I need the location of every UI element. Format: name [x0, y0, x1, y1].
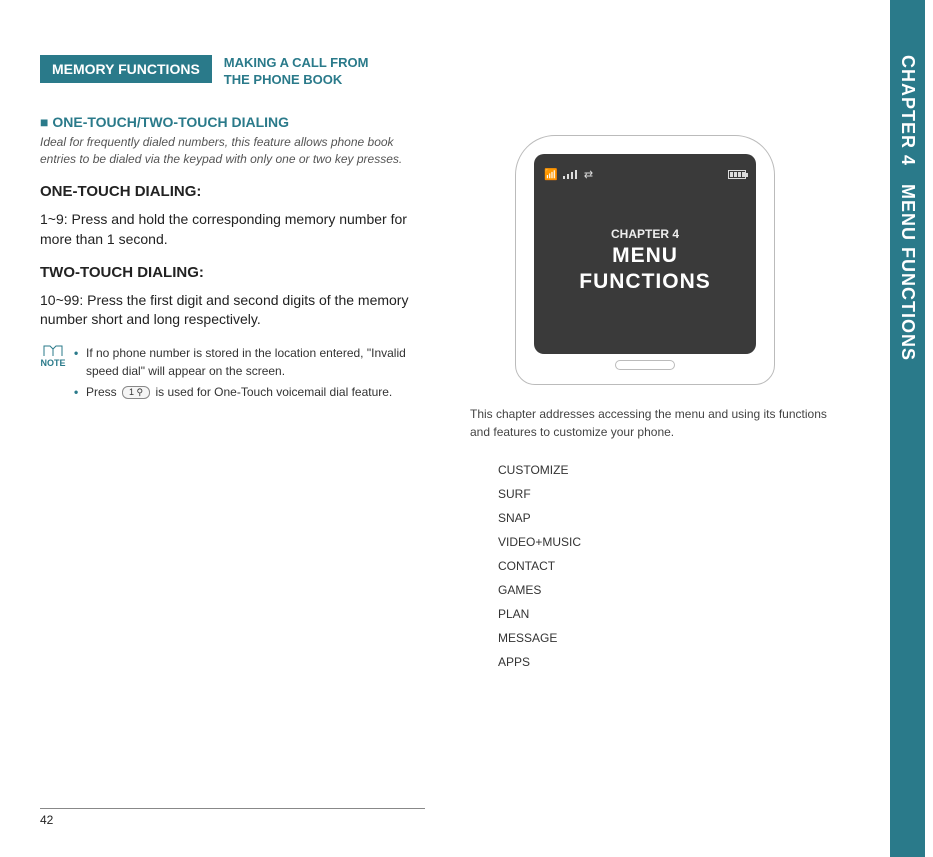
- phone-body: 📶 ⇄ CHAPTER 4 MENU FUNCTIONS: [515, 135, 775, 385]
- voicemail-key-icon: 1 ⚲: [122, 386, 150, 399]
- phone-illustration: 📶 ⇄ CHAPTER 4 MENU FUNCTIONS: [515, 135, 775, 385]
- toc-item: SNAP: [498, 511, 840, 525]
- step-two-touch: 10~99: Press the first digit and second …: [40, 291, 410, 330]
- header-line-2: THE PHONE BOOK: [224, 72, 369, 89]
- screen-title-line1: MENU: [612, 243, 678, 268]
- side-tab-gutter: CHAPTER 4 MENU FUNCTIONS: [898, 0, 933, 857]
- signal-bars-icon: [563, 170, 579, 180]
- header-line-1: MAKING A CALL FROM: [224, 55, 369, 72]
- left-page: MEMORY FUNCTIONS MAKING A CALL FROM THE …: [0, 0, 430, 857]
- chapter-toc: CUSTOMIZE SURF SNAP VIDEO+MUSIC CONTACT …: [498, 463, 840, 669]
- screen-title-line2: FUNCTIONS: [579, 269, 711, 294]
- side-tab: CHAPTER 4 MENU FUNCTIONS: [890, 0, 925, 857]
- status-left: 📶 ⇄: [544, 168, 595, 181]
- subhead-two-touch: TWO-TOUCH DIALING:: [40, 264, 410, 281]
- data-icon: ⇄: [584, 168, 593, 181]
- battery-icon: [728, 168, 746, 181]
- toc-item: CUSTOMIZE: [498, 463, 840, 477]
- section-tab: MEMORY FUNCTIONS: [40, 55, 212, 83]
- page-rule: [40, 808, 425, 809]
- phone-home-button: [615, 360, 675, 370]
- toc-item: GAMES: [498, 583, 840, 597]
- note-item-2: Press 1 ⚲ is used for One-Touch voicemai…: [74, 383, 410, 401]
- toc-item: MESSAGE: [498, 631, 840, 645]
- right-page: 📶 ⇄ CHAPTER 4 MENU FUNCTIONS This chapte: [430, 0, 860, 857]
- section-intro: Ideal for frequently dialed numbers, thi…: [40, 134, 410, 168]
- header-row: MEMORY FUNCTIONS MAKING A CALL FROM THE …: [40, 55, 410, 89]
- toc-item: CONTACT: [498, 559, 840, 573]
- toc-item: PLAN: [498, 607, 840, 621]
- subhead-one-touch: ONE-TOUCH DIALING:: [40, 183, 410, 200]
- status-bar: 📶 ⇄: [544, 168, 746, 181]
- screen-center: CHAPTER 4 MENU FUNCTIONS: [544, 181, 746, 340]
- signal-icon: 📶: [544, 168, 558, 181]
- toc-item: SURF: [498, 487, 840, 501]
- note-icon: NOTE: [40, 344, 66, 368]
- chapter-description: This chapter addresses accessing the men…: [470, 405, 840, 441]
- note-list: If no phone number is stored in the loca…: [74, 344, 410, 404]
- note2-post: is used for One-Touch voicemail dial fea…: [155, 385, 392, 399]
- toc-item: APPS: [498, 655, 840, 669]
- section-title: ONE-TOUCH/TWO-TOUCH DIALING: [40, 114, 410, 130]
- screen-chapter-label: CHAPTER 4: [611, 227, 679, 241]
- note2-pre: Press: [86, 385, 117, 399]
- note-block: NOTE If no phone number is stored in the…: [40, 344, 410, 404]
- page-number: 42: [40, 813, 53, 827]
- step-one-touch: 1~9: Press and hold the corresponding me…: [40, 210, 410, 249]
- note-item-1: If no phone number is stored in the loca…: [74, 344, 410, 380]
- side-tab-chapter: CHAPTER 4: [897, 55, 918, 166]
- side-tab-title: MENU FUNCTIONS: [897, 184, 918, 361]
- note-label: NOTE: [40, 358, 65, 368]
- phone-screen: 📶 ⇄ CHAPTER 4 MENU FUNCTIONS: [534, 154, 756, 354]
- page-spread: MEMORY FUNCTIONS MAKING A CALL FROM THE …: [0, 0, 933, 857]
- toc-item: VIDEO+MUSIC: [498, 535, 840, 549]
- header-subtitle: MAKING A CALL FROM THE PHONE BOOK: [224, 55, 369, 89]
